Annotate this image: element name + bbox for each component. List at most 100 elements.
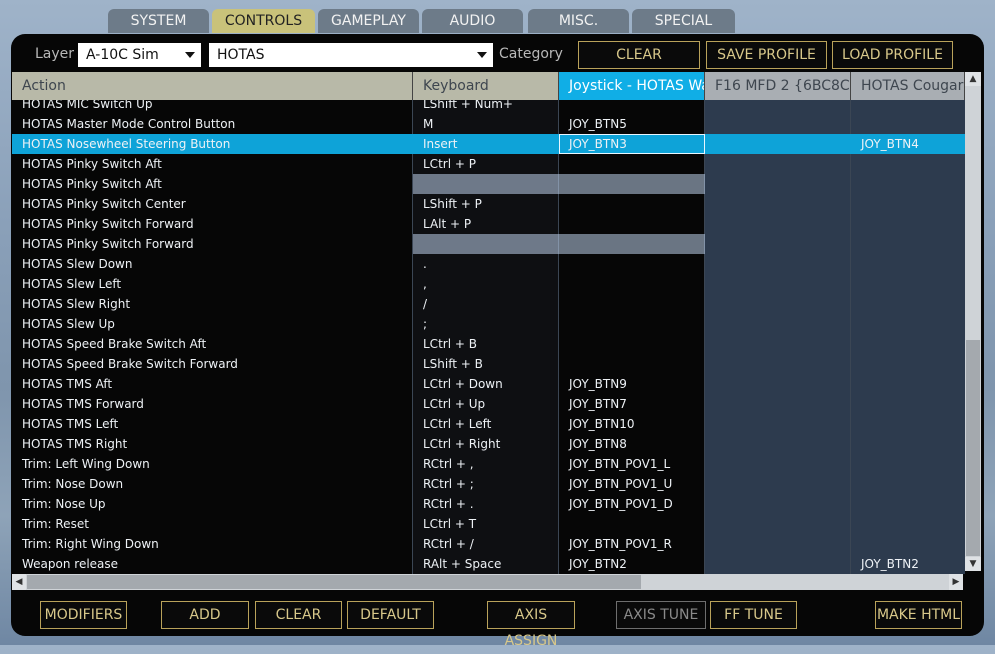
cell-mfd[interactable] (705, 294, 851, 314)
cell-mfd[interactable] (705, 234, 851, 254)
table-row[interactable]: Weapon release RAlt + Space JOY_BTN2 JOY_BT… (12, 554, 965, 574)
cell-mfd[interactable] (705, 134, 851, 154)
column-header-hotas-cougar[interactable]: HOTAS Cougar (851, 72, 965, 100)
cell-mfd[interactable] (705, 174, 851, 194)
cell-cougar[interactable] (851, 154, 965, 174)
cell-cougar[interactable] (851, 314, 965, 334)
cell-action[interactable]: HOTAS Slew Right (12, 294, 412, 314)
cell-mfd[interactable] (705, 394, 851, 414)
cell-joy[interactable] (559, 354, 705, 374)
cell-joy[interactable] (559, 294, 705, 314)
axis-assign-button[interactable]: AXIS ASSIGN (487, 601, 575, 649)
cell-cougar[interactable] (851, 434, 965, 454)
cell-joy[interactable]: JOY_BTN5 (559, 114, 705, 134)
cell-keyboard[interactable]: M (413, 114, 559, 134)
save-profile-as-button[interactable]: SAVE PROFILE AS (706, 41, 827, 89)
cell-keyboard[interactable]: RCtrl + / (413, 534, 559, 554)
table-row[interactable]: HOTAS TMS Right LCtrl + Right JOY_BTN8 (12, 434, 965, 454)
cell-keyboard[interactable]: LCtrl + Down (413, 374, 559, 394)
clear-button[interactable]: CLEAR (255, 601, 342, 629)
cell-joy[interactable] (559, 514, 705, 534)
cell-action[interactable]: HOTAS Pinky Switch Forward (12, 234, 412, 254)
cell-joy[interactable]: JOY_BTN10 (559, 414, 705, 434)
cell-keyboard[interactable]: LCtrl + B (413, 334, 559, 354)
scroll-down-icon[interactable]: ▼ (965, 557, 981, 571)
cell-cougar[interactable] (851, 274, 965, 294)
cell-keyboard[interactable]: RAlt + Space (413, 554, 559, 574)
cell-action[interactable]: HOTAS Slew Up (12, 314, 412, 334)
cell-mfd[interactable] (705, 534, 851, 554)
cell-cougar[interactable] (851, 234, 965, 254)
cell-mfd[interactable] (705, 554, 851, 574)
cell-keyboard[interactable]: RCtrl + , (413, 454, 559, 474)
cell-action[interactable]: HOTAS Pinky Switch Forward (12, 214, 412, 234)
cell-keyboard[interactable]: LCtrl + P (413, 154, 559, 174)
cell-action[interactable]: Trim: Nose Up (12, 494, 412, 514)
cell-action[interactable]: HOTAS MIC Switch Up (12, 100, 412, 114)
cell-action[interactable]: HOTAS Slew Down (12, 254, 412, 274)
cell-mfd[interactable] (705, 494, 851, 514)
layer-select[interactable]: A-10C Sim (78, 43, 201, 67)
table-row[interactable]: HOTAS Pinky Switch Center LShift + P (12, 194, 965, 214)
cell-action[interactable]: HOTAS Pinky Switch Aft (12, 174, 412, 194)
cell-mfd[interactable] (705, 194, 851, 214)
cell-mfd[interactable] (705, 154, 851, 174)
table-row[interactable]: HOTAS TMS Forward LCtrl + Up JOY_BTN7 (12, 394, 965, 414)
column-header-keyboard[interactable]: Keyboard (413, 72, 559, 100)
cell-action[interactable]: Trim: Reset (12, 514, 412, 534)
cell-action[interactable]: HOTAS TMS Forward (12, 394, 412, 414)
vertical-scrollbar[interactable]: ▲ ▼ (965, 72, 981, 571)
table-row[interactable]: HOTAS TMS Left LCtrl + Left JOY_BTN10 (12, 414, 965, 434)
category-select[interactable]: HOTAS (209, 43, 493, 67)
table-row[interactable]: HOTAS Slew Left, (12, 274, 965, 294)
cell-joy[interactable] (559, 274, 705, 294)
table-row[interactable]: Trim: Right Wing Down RCtrl + / JOY_BTN_PO… (12, 534, 965, 554)
cell-keyboard[interactable]: LCtrl + T (413, 514, 559, 534)
cell-joy[interactable]: JOY_BTN8 (559, 434, 705, 454)
table-row[interactable]: HOTAS MIC Switch Up LShift + Num+ (12, 100, 965, 114)
cell-mfd[interactable] (705, 354, 851, 374)
cell-mfd[interactable] (705, 434, 851, 454)
cell-cougar[interactable] (851, 394, 965, 414)
table-row[interactable]: HOTAS TMS Aft LCtrl + Down JOY_BTN9 (12, 374, 965, 394)
cell-mfd[interactable] (705, 374, 851, 394)
cell-joy[interactable]: JOY_BTN7 (559, 394, 705, 414)
cell-keyboard[interactable]: LCtrl + Right (413, 434, 559, 454)
table-row[interactable]: HOTAS Slew Right / (12, 294, 965, 314)
cell-cougar[interactable]: JOY_BTN4 (851, 134, 965, 154)
cell-cougar[interactable] (851, 100, 965, 114)
cell-mfd[interactable] (705, 474, 851, 494)
cell-mfd[interactable] (705, 274, 851, 294)
column-header-action[interactable]: Action (12, 72, 413, 100)
cell-action[interactable]: Trim: Nose Down (12, 474, 412, 494)
scroll-left-icon[interactable]: ◀ (12, 574, 26, 590)
cell-keyboard[interactable]: LShift + P (413, 194, 559, 214)
cell-cougar[interactable] (851, 294, 965, 314)
cell-mfd[interactable] (705, 514, 851, 534)
cell-joy[interactable] (559, 334, 705, 354)
cell-cougar[interactable] (851, 354, 965, 374)
clear-category-button[interactable]: CLEAR CATEGORY (578, 41, 700, 89)
cell-keyboard[interactable]: LShift + Num+ (413, 100, 559, 114)
load-profile-button[interactable]: LOAD PROFILE (832, 41, 953, 69)
cell-action[interactable]: HOTAS Pinky Switch Aft (12, 154, 412, 174)
cell-action[interactable]: Trim: Left Wing Down (12, 454, 412, 474)
cell-mfd[interactable] (705, 254, 851, 274)
cell-keyboard[interactable]: RCtrl + . (413, 494, 559, 514)
cell-cougar[interactable] (851, 114, 965, 134)
cell-joy[interactable]: JOY_BTN_POV1_R (559, 534, 705, 554)
cell-cougar[interactable] (851, 534, 965, 554)
cell-mfd[interactable] (705, 314, 851, 334)
table-row[interactable]: HOTAS Pinky Switch Forward LAlt + P (12, 214, 965, 234)
cell-keyboard[interactable]: . (413, 254, 559, 274)
cell-keyboard[interactable]: Insert (413, 134, 559, 154)
cell-joy[interactable]: JOY_BTN_POV1_D (559, 494, 705, 514)
modifiers-button[interactable]: MODIFIERS (40, 601, 127, 629)
table-row[interactable]: HOTAS Pinky Switch Aft (12, 174, 965, 194)
table-row[interactable]: Trim: Nose Down RCtrl + ; JOY_BTN_POV1_U (12, 474, 965, 494)
cell-mfd[interactable] (705, 414, 851, 434)
vertical-scroll-thumb[interactable] (966, 340, 980, 556)
cell-keyboard[interactable]: LAlt + P (413, 214, 559, 234)
cell-action[interactable]: HOTAS TMS Left (12, 414, 412, 434)
cell-joy[interactable] (559, 100, 705, 114)
